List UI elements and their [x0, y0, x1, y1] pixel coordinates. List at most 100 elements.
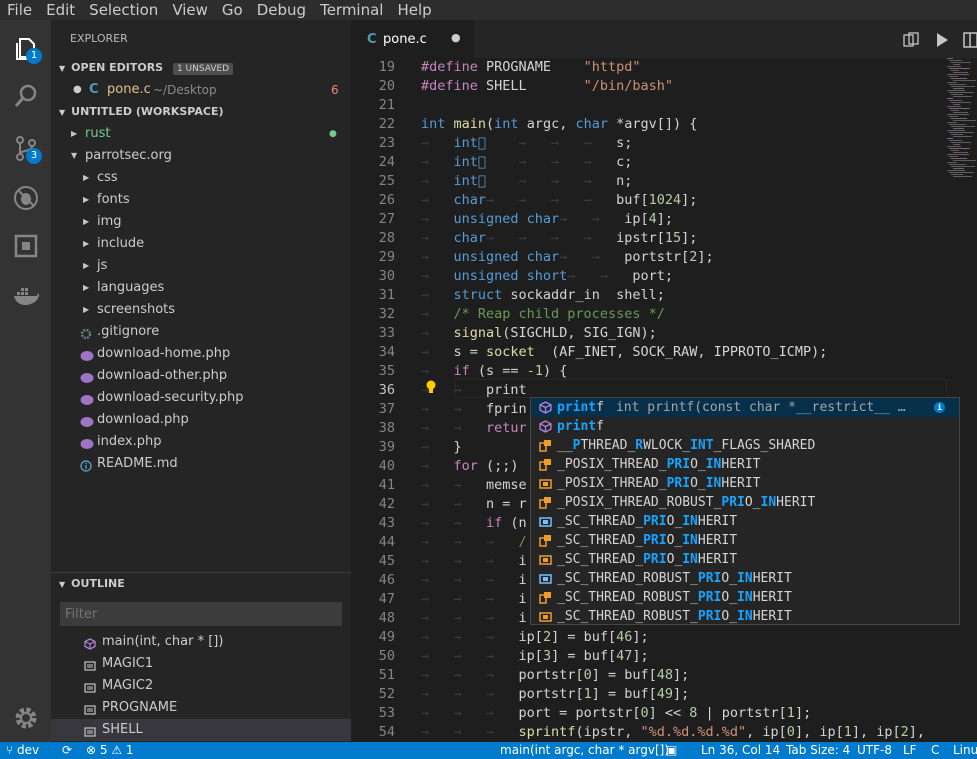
- sidebar-title: EXPLORER: [70, 32, 128, 45]
- chevron-down-icon: ▼: [59, 580, 66, 589]
- tree-item-label: fonts: [97, 192, 130, 207]
- outline-item[interactable]: MAGIC1: [51, 653, 351, 675]
- line-number: 42: [378, 496, 395, 512]
- open-editor-item[interactable]: ● C pone.c ~/Desktop 6: [51, 79, 351, 101]
- cursor-position[interactable]: Ln 36, Col 14: [701, 742, 780, 759]
- modified-dot-icon: ●: [329, 129, 337, 139]
- menu-go[interactable]: Go: [215, 0, 250, 20]
- suggestion-item[interactable]: printf int printf(const char *__restrict_…: [531, 398, 959, 417]
- outline-filter-input[interactable]: [60, 602, 342, 626]
- outline-item-label: main(int, char * []): [102, 634, 224, 649]
- tree-item[interactable]: download-home.php: [51, 343, 351, 365]
- tree-item[interactable]: ▶ img: [51, 211, 351, 233]
- tree-item[interactable]: ▶ languages: [51, 277, 351, 299]
- chevron-right-icon: ▶: [83, 283, 90, 292]
- unsaved-dot-icon: ●: [73, 84, 82, 95]
- tree-item[interactable]: download-security.php: [51, 387, 351, 409]
- code-line: → struct sockaddr_in shell;: [421, 287, 665, 303]
- docker-icon[interactable]: [12, 282, 40, 310]
- unsaved-dot-icon[interactable]: ●: [451, 31, 461, 44]
- source-control-icon[interactable]: 3: [12, 134, 42, 164]
- line-number: 28: [378, 230, 395, 246]
- settings-gear-icon[interactable]: [12, 704, 40, 732]
- menu-view[interactable]: View: [165, 0, 215, 20]
- line-number-gutter: 19 20 21 22 23 24 25 26 27 28 29 30 31 32 33 34 35 36 37 38…: [351, 58, 411, 742]
- suggestion-item[interactable]: _POSIX_THREAD_PRIO_INHERIT: [531, 474, 959, 493]
- menu-terminal[interactable]: Terminal: [313, 0, 390, 20]
- suggestion-item[interactable]: _SC_THREAD_PRIO_INHERIT: [531, 512, 959, 531]
- os-indicator[interactable]: Linu: [953, 742, 977, 759]
- outline-header[interactable]: ▼ OUTLINE: [51, 572, 351, 594]
- tree-item[interactable]: ▶ screenshots: [51, 299, 351, 321]
- run-icon[interactable]: [935, 32, 949, 52]
- line-number: 39: [378, 439, 395, 455]
- suggestion-item[interactable]: printf: [531, 417, 959, 436]
- sync-icon[interactable]: ⟳: [62, 742, 72, 759]
- suggestion-item[interactable]: _SC_THREAD_ROBUST_PRIO_INHERIT: [531, 569, 959, 588]
- suggestion-item[interactable]: _SC_THREAD_ROBUST_PRIO_INHERIT: [531, 588, 959, 607]
- menu-debug[interactable]: Debug: [250, 0, 313, 20]
- encoding[interactable]: UTF-8: [857, 742, 892, 759]
- suggestion-item[interactable]: __PTHREAD_RWLOCK_INT_FLAGS_SHARED: [531, 436, 959, 455]
- tree-item[interactable]: download.php: [51, 409, 351, 431]
- code-line: → if (s == -1) {: [421, 363, 568, 379]
- suggestion-item[interactable]: _SC_THREAD_ROBUST_PRIO_INHERIT: [531, 607, 959, 626]
- tab-pone-c[interactable]: C pone.c ●: [351, 20, 474, 58]
- tree-item-label: css: [97, 170, 118, 185]
- branch-indicator[interactable]: ⑂ dev: [6, 742, 39, 759]
- open-editors-header[interactable]: ▼ OPEN EDITORS 1 UNSAVED: [51, 57, 351, 79]
- search-icon[interactable]: [12, 82, 40, 110]
- language-mode[interactable]: C: [931, 742, 939, 759]
- code-line: #define PROGNAME "httpd": [421, 59, 641, 75]
- tab-size[interactable]: Tab Size: 4: [786, 742, 850, 759]
- tree-item[interactable]: index.php: [51, 431, 351, 453]
- tree-item-label: index.php: [97, 434, 162, 449]
- line-number: 32: [378, 306, 395, 322]
- line-number: 21: [378, 97, 395, 113]
- suggestion-item[interactable]: _SC_THREAD_PRIO_INHERIT: [531, 550, 959, 569]
- minimap[interactable]: [947, 58, 977, 178]
- tree-item-label: download-home.php: [97, 346, 231, 361]
- outline-item[interactable]: SHELL: [51, 719, 351, 741]
- menu-file[interactable]: File: [0, 0, 39, 20]
- code-line: int main(int argc, char *argv[]) {: [421, 116, 698, 132]
- menu-help[interactable]: Help: [390, 0, 438, 20]
- problems-indicator[interactable]: ⊗ 5 ⚠ 1: [86, 742, 134, 759]
- line-ending[interactable]: LF: [903, 742, 917, 759]
- chevron-right-icon: ▶: [83, 239, 90, 248]
- explorer-icon[interactable]: 1: [12, 34, 42, 64]
- explorer-badge: 1: [26, 48, 42, 64]
- line-number: 38: [378, 420, 395, 436]
- tree-item[interactable]: ▼ parrotsec.org: [51, 145, 351, 167]
- outline-item[interactable]: main(int, char * []): [51, 631, 351, 653]
- line-number: 46: [378, 572, 395, 588]
- tree-item[interactable]: ▶ js: [51, 255, 351, 277]
- tree-item[interactable]: .gitignore: [51, 321, 351, 343]
- suggestion-item[interactable]: _POSIX_THREAD_ROBUST_PRIO_INHERIT: [531, 493, 959, 512]
- info-icon[interactable]: i: [934, 402, 945, 413]
- tree-item[interactable]: ▶ css: [51, 167, 351, 189]
- tree-item[interactable]: ▶ fonts: [51, 189, 351, 211]
- split-editor-icon[interactable]: [963, 32, 977, 52]
- constant-icon: [84, 724, 96, 737]
- outline-item[interactable]: PROGNAME: [51, 697, 351, 719]
- suggestion-item[interactable]: _POSIX_THREAD_PRIO_INHERIT: [531, 455, 959, 474]
- code-line: → → → port = portstr[0] << 8 | portstr[1…: [421, 705, 812, 721]
- menu-selection[interactable]: Selection: [82, 0, 165, 20]
- suggestion-item[interactable]: _SC_THREAD_PRIO_INHERIT: [531, 531, 959, 550]
- extensions-icon[interactable]: [12, 232, 40, 260]
- debug-icon[interactable]: [12, 184, 40, 212]
- tree-item[interactable]: ▶ rust ●: [51, 123, 351, 145]
- tree-item[interactable]: README.md: [51, 453, 351, 475]
- menu-edit[interactable]: Edit: [39, 0, 82, 20]
- breadcrumb-symbol[interactable]: main(int argc, char * argv[]): [500, 742, 669, 759]
- tree-item[interactable]: ▶ include: [51, 233, 351, 255]
- chevron-right-icon: ▶: [71, 129, 78, 138]
- outline-item[interactable]: MAGIC2: [51, 675, 351, 697]
- tree-item[interactable]: download-other.php: [51, 365, 351, 387]
- terminal-icon[interactable]: ▣: [666, 742, 677, 759]
- open-changes-icon[interactable]: [903, 32, 919, 52]
- workspace-header[interactable]: ▼ UNTITLED (WORKSPACE): [51, 101, 351, 123]
- constant-icon: [84, 702, 96, 715]
- line-number: 33: [378, 325, 395, 341]
